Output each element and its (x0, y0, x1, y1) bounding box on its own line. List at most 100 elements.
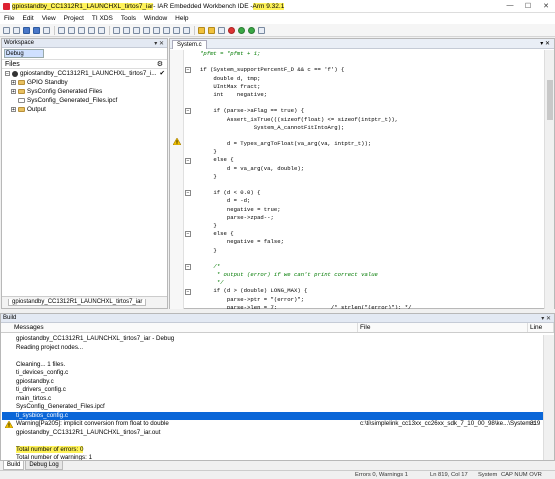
menu-bar: File Edit View Project TI XDS Tools Wind… (0, 13, 555, 24)
build-message-row[interactable]: Total number of errors: 0 (2, 445, 543, 455)
undo-icon[interactable] (88, 26, 95, 34)
redo-icon[interactable] (98, 26, 105, 34)
build-title: Build (3, 315, 17, 321)
build-vertical-scrollbar[interactable] (543, 335, 554, 460)
active-check-icon: ✔ (159, 70, 165, 77)
tab-debug-log[interactable]: Debug Log (25, 461, 63, 470)
expand-icon[interactable]: + (11, 80, 16, 86)
download-and-debug-icon[interactable] (238, 26, 245, 34)
find-prev-icon[interactable] (133, 26, 140, 34)
build-message-row[interactable]: Total number of warnings: 1 (2, 454, 543, 460)
open-file-icon[interactable] (13, 26, 20, 34)
code-line: if (d > (double) LONG_MAX) { (200, 287, 308, 295)
tree-item-output[interactable]: + Output (5, 105, 167, 114)
build-message-row[interactable]: Reading project nodes... (2, 344, 543, 353)
build-panel: Build ▾ ✕ Messages File Line gpiostandby… (0, 313, 555, 461)
menu-window[interactable]: Window (144, 15, 167, 22)
save-icon[interactable] (23, 26, 30, 34)
toggle-breakpoint-icon[interactable] (228, 26, 235, 34)
tree-item-sysconfig-generated-files[interactable]: + SysConfig Generated Files (5, 87, 167, 96)
build-message-row[interactable]: ti_sysbios_config.c (2, 411, 543, 420)
scrollbar-thumb[interactable] (547, 80, 553, 120)
code-line: } (200, 172, 217, 180)
messages-column-header[interactable]: Messages (1, 323, 358, 332)
message-text: ti_devices_config.c (16, 369, 69, 376)
fold-toggle-icon[interactable]: − (185, 231, 191, 238)
fold-toggle-icon[interactable]: − (185, 264, 191, 271)
message-text: Total number of warnings: 1 (16, 454, 93, 460)
iar-app-icon (3, 2, 10, 10)
goto-icon[interactable] (153, 26, 160, 34)
configuration-dropdown[interactable]: Debug (4, 49, 44, 58)
stop-build-icon[interactable] (218, 26, 225, 34)
paste-icon[interactable] (78, 26, 85, 34)
build-message-row[interactable]: gpiostandby.c (2, 378, 543, 387)
collapse-icon[interactable]: − (5, 71, 10, 77)
menu-ti-xds[interactable]: TI XDS (92, 15, 113, 22)
make-icon[interactable] (208, 26, 215, 34)
build-message-row[interactable]: gpiostandby_CC1312R1_LAUNCHXL_tirtos7_ia… (2, 429, 543, 438)
tree-item-label: SysConfig_Generated_Files.ipcf (27, 97, 118, 104)
cut-icon[interactable] (58, 26, 65, 34)
line-column-header[interactable]: Line (528, 323, 554, 332)
find-icon[interactable] (113, 26, 120, 34)
build-message-row[interactable] (2, 437, 543, 446)
tab-system-c[interactable]: System.c (172, 40, 207, 49)
menu-help[interactable]: Help (175, 15, 188, 22)
fold-toggle-icon[interactable]: − (185, 157, 191, 164)
build-message-row[interactable]: ti_devices_config.c (2, 369, 543, 378)
menu-file[interactable]: File (4, 15, 14, 22)
panel-controls-icon[interactable]: ▾ ✕ (154, 40, 164, 47)
maximize-button[interactable]: ☐ (519, 2, 537, 10)
code-line: * output (error) if we can't print corre… (200, 271, 378, 279)
attach-icon[interactable] (258, 26, 265, 34)
build-warning-row[interactable]: Warning[Pa205]: implicit conversion from… (2, 420, 543, 429)
menu-view[interactable]: View (42, 15, 56, 22)
navigate-forward-icon[interactable] (183, 26, 190, 34)
build-message-row[interactable]: ti_drivers_config.c (2, 386, 543, 395)
build-message-row[interactable]: gpiostandby_CC1312R1_LAUNCHXL_tirtos7_ia… (2, 335, 543, 344)
tree-item-ipcf-file[interactable]: SysConfig_Generated_Files.ipcf (5, 96, 167, 105)
menu-edit[interactable]: Edit (22, 15, 33, 22)
menu-tools[interactable]: Tools (121, 15, 136, 22)
settings-gear-icon[interactable]: ⚙ (157, 60, 163, 68)
debug-without-download-icon[interactable] (248, 26, 255, 34)
build-message-row[interactable]: Cleaning... 1 files. (2, 361, 543, 370)
save-all-icon[interactable] (33, 26, 40, 34)
editor-vertical-scrollbar[interactable] (544, 50, 554, 309)
line-gutter (170, 50, 184, 309)
bookmark-icon[interactable] (163, 26, 170, 34)
print-icon[interactable] (43, 26, 50, 34)
fold-toggle-icon[interactable]: − (185, 108, 191, 115)
message-text: Warning[Pa205]: implicit conversion from… (16, 420, 169, 427)
build-message-row[interactable] (2, 352, 543, 361)
close-button[interactable]: ✕ (537, 2, 555, 10)
find-next-icon[interactable] (123, 26, 130, 34)
warning-icon[interactable] (173, 138, 181, 145)
workspace-tab[interactable]: gpiostandby_CC1312R1_LAUNCHXL_tirtos7_ia… (8, 299, 147, 306)
compile-icon[interactable] (198, 26, 205, 34)
code-area[interactable]: *pfmt = *pfmt + 1; if (System_supportPerc… (200, 50, 542, 309)
tab-close-icon[interactable]: ▾ ✕ (540, 40, 550, 47)
menu-project[interactable]: Project (64, 15, 84, 22)
expand-icon[interactable]: + (11, 89, 16, 95)
navigate-back-icon[interactable] (173, 26, 180, 34)
tab-build[interactable]: Build (3, 461, 25, 470)
build-message-row[interactable]: SysConfig_Generated_Files.ipcf (2, 403, 543, 412)
replace-icon[interactable] (143, 26, 150, 34)
tree-item-project[interactable]: − gpiostandby_CC1312R1_LAUNCHXL_tirtos7_… (5, 69, 167, 78)
copy-icon[interactable] (68, 26, 75, 34)
file-column-header[interactable]: File (358, 323, 528, 332)
message-text: gpiostandby.c (16, 377, 54, 385)
tree-item-gpio-standby[interactable]: + GPIO Standby (5, 78, 167, 87)
new-file-icon[interactable] (3, 26, 10, 34)
code-line: parse->zpad--; (200, 213, 274, 221)
expand-icon[interactable]: + (11, 107, 16, 113)
fold-toggle-icon[interactable]: − (185, 190, 191, 197)
minimize-button[interactable]: — (501, 2, 519, 10)
message-text: ti_sysbios_config.c (16, 411, 68, 419)
fold-toggle-icon[interactable]: − (185, 288, 191, 295)
build-panel-controls-icon[interactable]: ▾ ✕ (541, 315, 551, 322)
fold-toggle-icon[interactable]: − (185, 67, 191, 74)
build-message-row[interactable]: main_tirtos.c (2, 395, 543, 404)
